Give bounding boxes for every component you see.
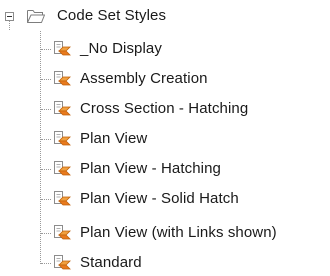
tree-node-label: _No Display (80, 40, 162, 57)
tree-node-label: Plan View (with Links shown) (80, 224, 277, 241)
tree-node-label: Plan View - Solid Hatch (80, 190, 239, 207)
code-set-style-icon (54, 224, 71, 239)
tree-node-label: Code Set Styles (57, 7, 167, 24)
tree-node-plan-view-hatching[interactable]: Plan View - Hatching (52, 155, 221, 182)
code-set-style-icon (54, 70, 71, 85)
folder-open-icon (27, 9, 45, 23)
tree-node-label: Cross Section - Hatching (80, 100, 249, 117)
tree-node-code-set-styles[interactable]: Code Set Styles (26, 2, 166, 29)
tree-node-label: Plan View - Hatching (80, 160, 221, 177)
tree-node-cross-section-hatching[interactable]: Cross Section - Hatching (52, 95, 248, 122)
tree-guide-horizontal (41, 79, 51, 80)
code-set-style-icon (54, 254, 71, 269)
tree-guide-vertical (9, 21, 10, 30)
tree-node-standard[interactable]: Standard (52, 249, 142, 276)
tree-node-plan-view[interactable]: Plan View (52, 125, 147, 152)
code-set-style-icon (54, 100, 71, 115)
tree-node-plan-view-with-links-shown[interactable]: Plan View (with Links shown) (52, 219, 277, 246)
tree-node-plan-view-solid-hatch[interactable]: Plan View - Solid Hatch (52, 185, 239, 212)
collapse-toggle-icon[interactable] (5, 12, 14, 21)
code-set-style-icon (54, 160, 71, 175)
tree-node-label: Assembly Creation (80, 70, 208, 87)
tree-node-label: Standard (80, 254, 142, 271)
tree-guide-horizontal (41, 109, 51, 110)
tree-guide-horizontal (41, 263, 51, 264)
tree-guide-horizontal (41, 49, 51, 50)
code-set-style-icon (54, 40, 71, 55)
tree-node-no-display[interactable]: _No Display (52, 35, 162, 62)
tree-node-label: Plan View (80, 130, 148, 147)
tree-guide-horizontal (41, 139, 51, 140)
code-set-style-icon (54, 130, 71, 145)
tree-guide-vertical-children (40, 31, 41, 264)
tree-guide-horizontal (41, 169, 51, 170)
tree-guide-horizontal (41, 233, 51, 234)
code-set-styles-tree: Code Set Styles _No Display Assembly Cre… (0, 0, 330, 276)
code-set-style-icon (54, 190, 71, 205)
tree-guide-horizontal (41, 199, 51, 200)
tree-node-assembly-creation[interactable]: Assembly Creation (52, 65, 208, 92)
